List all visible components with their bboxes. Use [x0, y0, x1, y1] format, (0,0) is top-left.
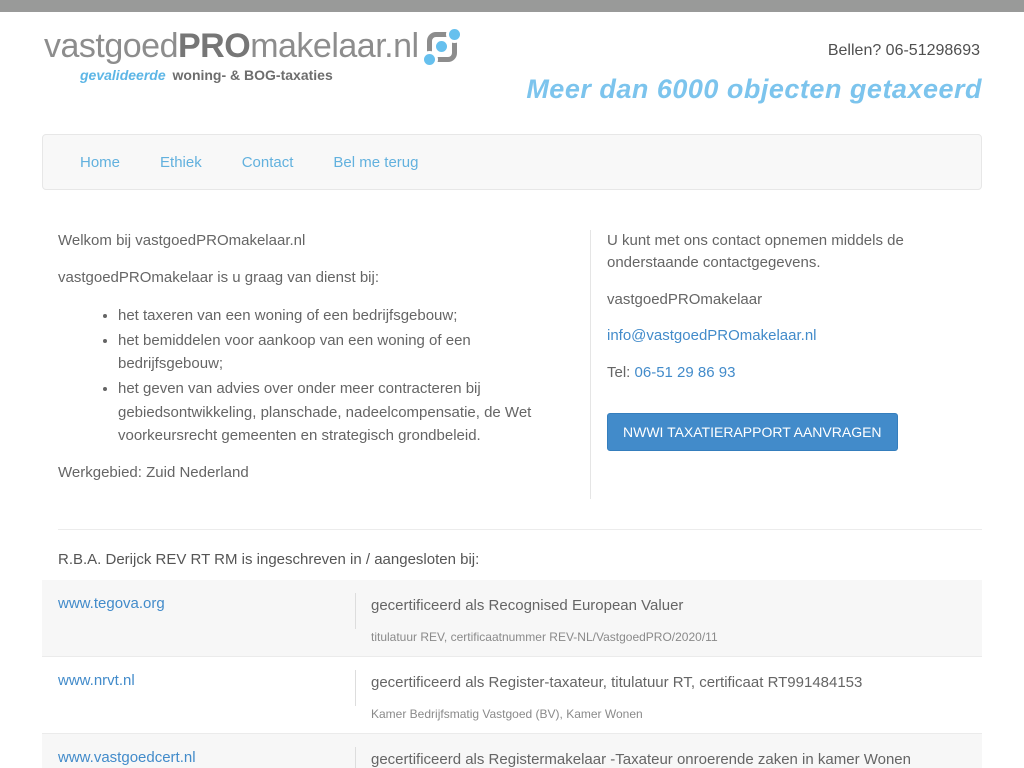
service-item: het geven van advies over onder meer con… [118, 377, 570, 447]
membership-link[interactable]: www.vastgoedcert.nl [58, 749, 196, 766]
service-item: het taxeren van een woning of een bedrij… [118, 304, 570, 327]
contact-email-link[interactable]: info@vastgoedPROmakelaar.nl [607, 327, 817, 344]
nav-item-home[interactable]: Home [60, 154, 140, 171]
site-header: vastgoedPROmakelaar.nl gevalideerde woni… [0, 28, 1024, 134]
content-area: Welkom bij vastgoedPROmakelaar.nl vastgo… [42, 190, 982, 568]
logo-part-3: makelaar.nl [250, 27, 418, 65]
tagline-rest: woning- & BOG-taxaties [173, 67, 333, 83]
page: vastgoedPROmakelaar.nl gevalideerde woni… [0, 0, 1024, 768]
header-phone: Bellen? 06-51298693 [828, 42, 980, 60]
tagline-highlight: gevalideerde [80, 67, 166, 83]
services-list: het taxeren van een woning of een bedrij… [118, 304, 570, 448]
nwwi-request-button[interactable]: NWWI TAXATIERAPPORT AANVRAGEN [607, 413, 898, 451]
header-banner: Meer dan 6000 objecten getaxeerd [526, 74, 982, 105]
region-text: Werkgebied: Zuid Nederland [58, 462, 570, 484]
logo-part-2: PRO [178, 27, 250, 65]
intro-section: Welkom bij vastgoedPROmakelaar.nl vastgo… [42, 190, 982, 499]
memberships-heading: R.B.A. Derijck REV RT RM is ingeschreven… [42, 551, 982, 568]
table-row: www.vastgoedcert.nl gecertificeerd als R… [42, 734, 982, 768]
membership-link[interactable]: www.nrvt.nl [58, 672, 135, 689]
membership-link[interactable]: www.tegova.org [58, 595, 165, 612]
membership-description: gecertificeerd als Register-taxateur, ti… [371, 672, 962, 693]
contact-tel-link[interactable]: 06-51 29 86 93 [635, 364, 736, 381]
membership-description: gecertificeerd als Registermakelaar -Tax… [371, 749, 962, 768]
logo-dots-icon [427, 32, 457, 62]
contact-intro-text: U kunt met ons contact opnemen middels d… [607, 230, 907, 274]
membership-description: gecertificeerd als Recognised European V… [371, 595, 962, 616]
contact-column: U kunt met ons contact opnemen middels d… [590, 230, 982, 499]
intro-column: Welkom bij vastgoedPROmakelaar.nl vastgo… [42, 230, 590, 499]
nav-item-contact[interactable]: Contact [222, 154, 314, 171]
membership-details: titulatuur REV, certificaatnummer REV-NL… [371, 630, 962, 644]
logo-wordmark: vastgoedPROmakelaar.nl [44, 28, 419, 65]
tel-label: Tel: [607, 364, 635, 381]
service-item: het bemiddelen voor aankoop van een woni… [118, 329, 570, 376]
main-nav: Home Ethiek Contact Bel me terug [42, 134, 982, 190]
nav-item-bel-me-terug[interactable]: Bel me terug [313, 154, 438, 171]
membership-details: Kamer Bedrijfsmatig Vastgoed (BV), Kamer… [371, 707, 962, 721]
services-intro-text: vastgoedPROmakelaar is u graag van diens… [58, 267, 570, 289]
table-row: www.tegova.org gecertificeerd als Recogn… [42, 580, 982, 657]
welcome-text: Welkom bij vastgoedPROmakelaar.nl [58, 230, 570, 252]
top-gray-bar [0, 0, 1024, 12]
contact-company: vastgoedPROmakelaar [607, 289, 982, 311]
nav-item-ethiek[interactable]: Ethiek [140, 154, 222, 171]
section-divider [58, 529, 982, 530]
logo-part-1: vastgoed [44, 27, 178, 65]
table-row: www.nrvt.nl gecertificeerd als Register-… [42, 657, 982, 734]
contact-tel-line: Tel: 06-51 29 86 93 [607, 362, 982, 384]
memberships-table: www.tegova.org gecertificeerd als Recogn… [0, 580, 1024, 768]
